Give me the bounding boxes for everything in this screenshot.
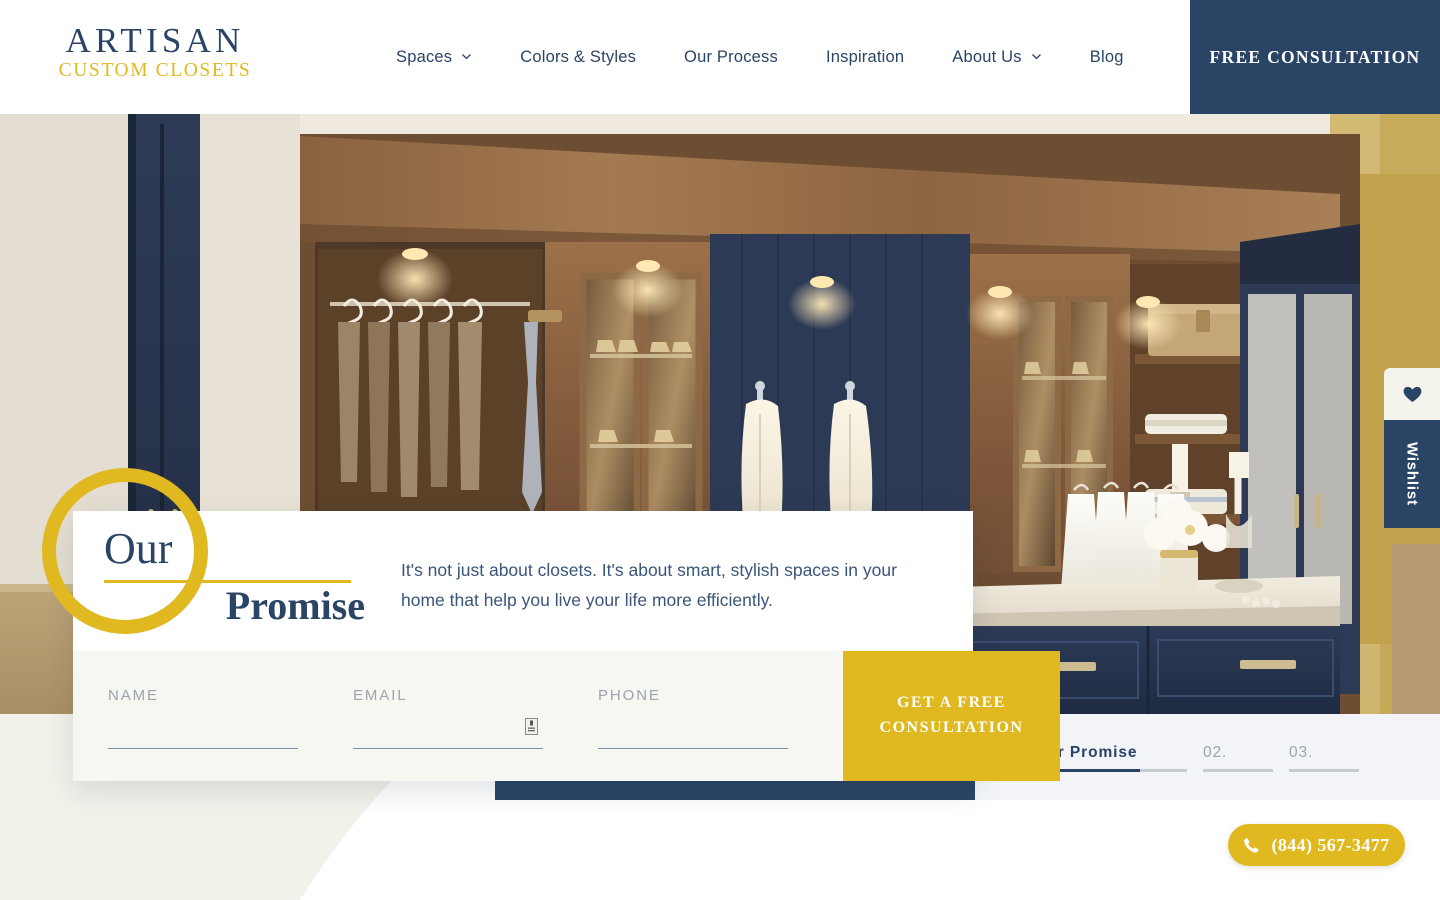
logo-primary-text: ARTISAN [65,21,245,60]
nav-item-inspiration[interactable]: Inspiration [802,48,928,67]
nav-item-blog-label: Blog [1089,47,1124,66]
promise-card: Our Promise It's not just about closets.… [73,511,1060,781]
name-label: NAME [108,687,159,704]
wishlist-label: Wishlist [1403,442,1421,506]
slide-3-label: 03. [1289,744,1314,761]
name-input[interactable] [108,717,298,749]
phone-icon [1244,837,1260,853]
slide-2-label: 02. [1203,744,1228,761]
submit-label-line1: GET A FREE [897,694,1006,712]
chevron-down-icon [461,51,472,62]
form-field-email: EMAIL [353,687,570,781]
email-input[interactable] [353,717,543,749]
consultation-form: NAME EMAIL PHONE GET A FREE CONSULTATION [73,651,1060,781]
free-consultation-button[interactable]: FREE CONSULTATION [1190,0,1440,114]
promise-header: Our Promise It's not just about closets.… [73,511,973,651]
phone-input[interactable] [598,717,788,749]
gold-circle-decoration [42,468,208,634]
nav-item-spaces[interactable]: Spaces [396,48,496,67]
slide-2-track [1203,769,1273,772]
form-field-name: NAME [108,687,325,781]
nav-item-about-us-label: About Us [952,47,1022,66]
phone-number: (844) 567-3477 [1271,834,1390,855]
slide-indicator-2[interactable]: 02. [1203,744,1273,772]
page-root: 01. Our Promise 02. 03. Our Promise It's… [0,0,1440,900]
form-fields: NAME EMAIL PHONE [73,651,843,781]
phone-label: PHONE [598,687,661,704]
nav-item-our-process-label: Our Process [684,47,778,66]
nav-item-colors-styles[interactable]: Colors & Styles [496,48,660,67]
slide-indicator-3[interactable]: 03. [1289,744,1359,772]
nav-item-inspiration-label: Inspiration [825,47,905,66]
logo[interactable]: ARTISAN CUSTOM CLOSETS [50,23,260,84]
nav-item-our-process[interactable]: Our Process [660,48,802,67]
autofill-icon[interactable] [525,718,538,735]
form-field-phone: PHONE [598,687,815,781]
wishlist-tab: Wishlist [1384,368,1440,528]
submit-label-line2: CONSULTATION [879,719,1024,736]
slide-3-track [1289,769,1359,772]
wishlist-label-button[interactable]: Wishlist [1384,420,1440,528]
nav-item-blog[interactable]: Blog [1066,48,1148,67]
email-label: EMAIL [353,687,408,704]
chevron-down-icon [1031,51,1042,62]
site-header: ARTISAN CUSTOM CLOSETS Spaces Colors & S… [0,0,1440,114]
wishlist-heart-button[interactable] [1384,368,1440,420]
form-accent-bar [495,781,975,800]
logo-secondary-text: CUSTOM CLOSETS [58,60,252,81]
nav-item-colors-styles-label: Colors & Styles [520,47,637,66]
nav-item-about-us[interactable]: About Us [928,48,1065,67]
get-free-consultation-button[interactable]: GET A FREE CONSULTATION [843,651,1060,781]
nav-item-spaces-label: Spaces [396,47,453,66]
phone-call-button[interactable]: (844) 567-3477 [1228,824,1405,866]
main-navigation: Spaces Colors & Styles Our Process Inspi… [396,0,1148,114]
heart-icon [1403,386,1421,402]
promise-body-text: It's not just about closets. It's about … [401,560,897,611]
